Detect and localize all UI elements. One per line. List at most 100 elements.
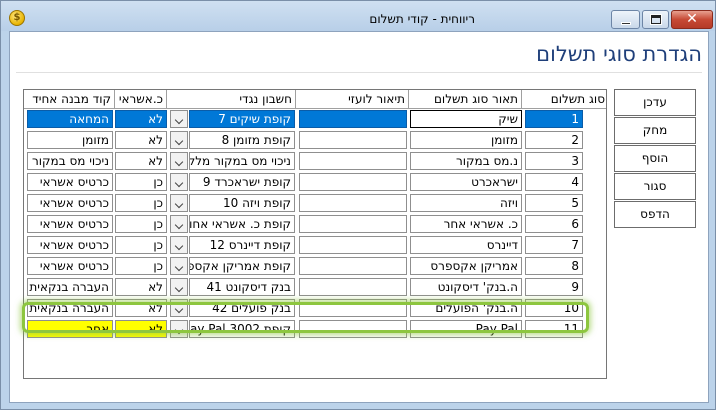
cell-foreign-desc[interactable] [299, 152, 407, 170]
minimize-button[interactable] [611, 10, 640, 29]
cell-unified-code[interactable]: אחר [27, 320, 113, 338]
cell-credit[interactable]: כן [115, 173, 167, 191]
cell-foreign-desc[interactable] [299, 299, 407, 317]
cell-payment-code[interactable]: 11 [525, 320, 583, 338]
cell-payment-code[interactable]: 9 [525, 278, 583, 296]
cell-foreign-desc[interactable] [299, 257, 407, 275]
table-row[interactable]: כרטיס אשראי כן קופת ויזה 10 ויזה 5 [24, 193, 606, 213]
table-row[interactable]: אחר לא קופת 3002 ay Pal Pay Pal 11 [24, 319, 606, 339]
column-header-credit[interactable]: כ.אשראי [115, 90, 167, 109]
cell-account[interactable]: קופת דיינרס 12 [189, 236, 295, 254]
cell-unified-code[interactable]: כרטיס אשראי [27, 173, 113, 191]
account-dropdown-chevron-icon[interactable] [170, 194, 188, 212]
cell-account[interactable]: קופת ויזה 10 [189, 194, 295, 212]
cell-credit[interactable]: לא [115, 320, 167, 338]
cell-description[interactable]: ה.בנק' דיסקונט [410, 278, 522, 296]
cell-credit[interactable]: לא [115, 299, 167, 317]
add-button[interactable]: הוסף [614, 145, 696, 172]
cell-credit[interactable]: כן [115, 194, 167, 212]
print-button[interactable]: הדפס [614, 201, 696, 228]
column-header-description[interactable]: תאור סוג תשלום [409, 90, 522, 109]
cell-credit[interactable]: כן [115, 236, 167, 254]
cell-account[interactable]: קופת ישראכרד 9 [189, 173, 295, 191]
column-header-foreign-desc[interactable]: תיאור לועזי [296, 90, 409, 109]
cell-unified-code[interactable]: העברה בנקאית [27, 299, 113, 317]
cell-account[interactable]: בנק פועלים 42 [189, 299, 295, 317]
cell-foreign-desc[interactable] [299, 236, 407, 254]
cell-payment-code[interactable]: 7 [525, 236, 583, 254]
cell-payment-code[interactable]: 5 [525, 194, 583, 212]
cell-unified-code[interactable]: מזומן [27, 131, 113, 149]
table-row[interactable]: כרטיס אשראי כן קופת דיינרס 12 דיינרס 7 [24, 235, 606, 255]
cell-unified-code[interactable]: העברה בנקאית [27, 278, 113, 296]
cell-description[interactable]: דיינרס [410, 236, 522, 254]
delete-button[interactable]: מחק [614, 117, 696, 144]
account-dropdown-chevron-icon[interactable] [170, 131, 188, 149]
table-row[interactable]: מזומן לא קופת מזומן 8 מזומן 2 [24, 130, 606, 150]
cell-unified-code[interactable]: כרטיס אשראי [27, 215, 113, 233]
cell-foreign-desc[interactable] [299, 215, 407, 233]
column-header-account[interactable]: חשבון נגדי [167, 90, 296, 109]
cell-credit[interactable]: לא [115, 278, 167, 296]
table-row[interactable]: כרטיס אשראי כן קופת כ. אשראי אחו כ. אשראי א… [24, 214, 606, 234]
account-dropdown-chevron-icon[interactable] [170, 278, 188, 296]
cell-credit[interactable]: לא [115, 152, 167, 170]
table-row[interactable]: כרטיס אשראי כן קופת ישראכרד 9 ישראכרט 4 [24, 172, 606, 192]
close-form-button[interactable]: סגור [614, 173, 696, 200]
cell-credit[interactable]: כן [115, 257, 167, 275]
account-dropdown-chevron-icon[interactable] [170, 236, 188, 254]
title-bar[interactable]: $ ריווחית - קודי תשלום ✕ [1, 1, 715, 31]
cell-account[interactable]: קופת אמריקן אקספר [189, 257, 295, 275]
app-coin-icon[interactable]: $ [9, 10, 25, 26]
cell-description[interactable]: כ. אשראי אחר [410, 215, 522, 233]
cell-account[interactable]: קופת שיקים 7 [189, 110, 295, 128]
cell-payment-code[interactable]: 3 [525, 152, 583, 170]
cell-payment-code[interactable]: 6 [525, 215, 583, 233]
cell-description[interactable]: ויזה [410, 194, 522, 212]
account-dropdown-chevron-icon[interactable] [170, 110, 188, 128]
table-row[interactable]: כרטיס אשראי כן קופת אמריקן אקספר אמריקן אקס… [24, 256, 606, 276]
cell-foreign-desc[interactable] [299, 131, 407, 149]
cell-credit[interactable]: כן [115, 215, 167, 233]
cell-account[interactable]: בנק דיסקונט 41 [189, 278, 295, 296]
account-dropdown-chevron-icon[interactable] [170, 257, 188, 275]
maximize-button[interactable] [642, 10, 669, 29]
cell-payment-code[interactable]: 1 [525, 110, 583, 128]
cell-account[interactable]: קופת מזומן 8 [189, 131, 295, 149]
account-dropdown-chevron-icon[interactable] [170, 173, 188, 191]
cell-account[interactable]: קופת כ. אשראי אחו [189, 215, 295, 233]
cell-description[interactable]: נ.מס במקור [410, 152, 522, 170]
cell-payment-code[interactable]: 10 [525, 299, 583, 317]
column-header-unified-code[interactable]: קוד מבנה אחיד [24, 90, 115, 109]
table-row[interactable]: העברה בנקאית לא בנק פועלים 42 ה.בנק' הפועלי… [24, 298, 606, 318]
cell-description[interactable]: אמריקן אקספרס [410, 257, 522, 275]
cell-account[interactable]: ניכוי מס במקור מלקו [189, 152, 295, 170]
cell-foreign-desc[interactable] [299, 110, 407, 128]
cell-payment-code[interactable]: 2 [525, 131, 583, 149]
cell-description[interactable]: ישראכרט [410, 173, 522, 191]
update-button[interactable]: עדכן [614, 89, 696, 116]
cell-payment-code[interactable]: 4 [525, 173, 583, 191]
table-row[interactable]: המחאה לא קופת שיקים 7 שיק 1 [24, 109, 606, 129]
account-dropdown-chevron-icon[interactable] [170, 299, 188, 317]
cell-description[interactable]: מזומן [410, 131, 522, 149]
cell-description[interactable]: שיק [410, 110, 522, 128]
column-header-payment-code[interactable]: סוג תשלום [522, 90, 606, 109]
account-dropdown-chevron-icon[interactable] [170, 215, 188, 233]
cell-foreign-desc[interactable] [299, 173, 407, 191]
table-row[interactable]: ניכוי מס במקור לא ניכוי מס במקור מלקו נ.מס … [24, 151, 606, 171]
account-dropdown-chevron-icon[interactable] [170, 152, 188, 170]
cell-foreign-desc[interactable] [299, 278, 407, 296]
cell-unified-code[interactable]: כרטיס אשראי [27, 257, 113, 275]
account-dropdown-chevron-icon[interactable] [170, 320, 188, 338]
cell-unified-code[interactable]: ניכוי מס במקור [27, 152, 113, 170]
cell-foreign-desc[interactable] [299, 320, 407, 338]
cell-credit[interactable]: לא [115, 110, 167, 128]
cell-credit[interactable]: לא [115, 131, 167, 149]
table-row[interactable]: העברה בנקאית לא בנק דיסקונט 41 ה.בנק' דיסקו… [24, 277, 606, 297]
cell-unified-code[interactable]: כרטיס אשראי [27, 194, 113, 212]
cell-description[interactable]: Pay Pal [410, 320, 522, 338]
cell-payment-code[interactable]: 8 [525, 257, 583, 275]
close-button[interactable]: ✕ [671, 10, 713, 29]
cell-description[interactable]: ה.בנק' הפועלים [410, 299, 522, 317]
